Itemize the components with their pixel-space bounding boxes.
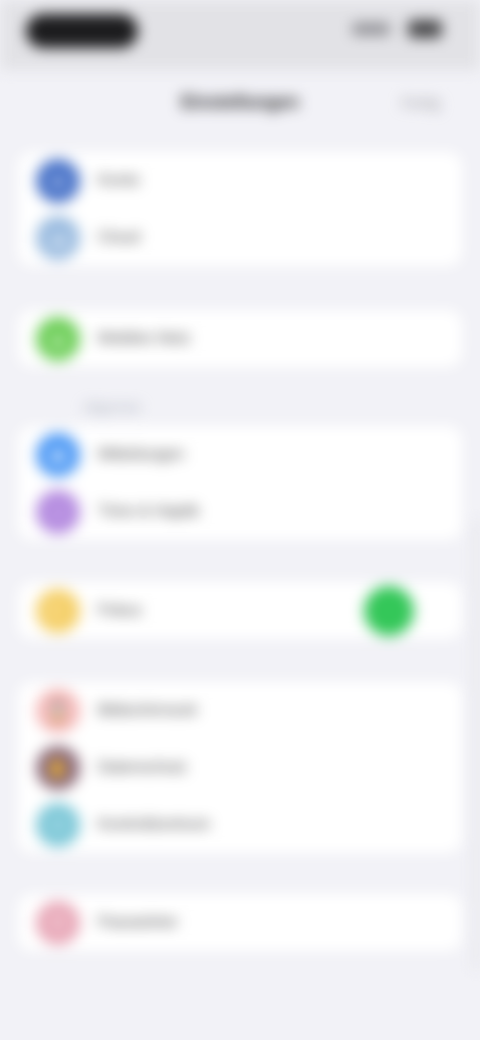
- scroll-indicator[interactable]: [472, 520, 480, 970]
- settings-row-label: Kontrollzentrum: [98, 815, 211, 833]
- settings-row-cloud[interactable]: ☁ Cloud: [18, 209, 462, 266]
- person-icon: ●: [36, 158, 80, 203]
- settings-row-label: Mobiles Netz: [98, 329, 191, 347]
- status-bar: [0, 0, 480, 70]
- settings-row-label: Mitteilungen: [98, 445, 185, 463]
- hourglass-icon: ⌛: [36, 688, 80, 733]
- settings-group-privacy: ⌛ Bildschirmzeit ✋ Datenschutz ≡ Kontrol…: [18, 682, 462, 853]
- dynamic-island: [26, 14, 138, 48]
- settings-row-label: Datenschutz: [98, 758, 187, 776]
- settings-row-label: Cloud: [98, 228, 140, 246]
- settings-row-privacy[interactable]: ✋ Datenschutz: [18, 739, 462, 796]
- settings-screen: Einstellungen Fertig ● Konto ☁ Cloud ▲ M…: [0, 0, 480, 1040]
- sliders-icon: ≡: [36, 802, 80, 847]
- speaker-icon: ♪: [36, 489, 80, 534]
- settings-row-screen-time[interactable]: ⌛ Bildschirmzeit: [18, 682, 462, 739]
- settings-row-control-center[interactable]: ≡ Kontrollzentrum: [18, 796, 462, 853]
- signal-icon: [352, 23, 390, 35]
- settings-row-focus[interactable]: ☾ Fokus: [18, 582, 462, 639]
- antenna-icon: ▲: [36, 316, 80, 361]
- settings-row-mobile-network[interactable]: ▲ Mobiles Netz: [18, 310, 462, 367]
- bell-icon: ◆: [36, 432, 80, 477]
- settings-group-focus: ☾ Fokus: [18, 582, 462, 639]
- settings-row-notifications[interactable]: ◆ Mitteilungen: [18, 426, 462, 483]
- settings-row-label: Töne & Haptik: [98, 502, 200, 520]
- focus-toggle[interactable]: [364, 585, 414, 636]
- key-icon: ⚿: [36, 900, 80, 945]
- cloud-icon: ☁: [36, 215, 80, 260]
- settings-group-account: ● Konto ☁ Cloud: [18, 152, 462, 266]
- settings-row-account[interactable]: ● Konto: [18, 152, 462, 209]
- settings-group-general: ◆ Mitteilungen ♪ Töne & Haptik: [18, 426, 462, 540]
- settings-row-passwords[interactable]: ⚿ Passwörter: [18, 894, 462, 951]
- status-indicators: [352, 20, 442, 40]
- moon-icon: ☾: [36, 588, 80, 633]
- settings-row-label: Passwörter: [98, 913, 179, 931]
- hand-icon: ✋: [36, 745, 80, 790]
- settings-row-label: Fokus: [98, 601, 142, 619]
- battery-icon: [408, 20, 442, 38]
- done-button[interactable]: Fertig: [402, 95, 440, 112]
- section-caption-general: Allgemein: [84, 400, 142, 415]
- settings-group-passwords: ⚿ Passwörter: [18, 894, 462, 951]
- settings-row-sounds[interactable]: ♪ Töne & Haptik: [18, 483, 462, 540]
- settings-group-network: ▲ Mobiles Netz: [18, 310, 462, 367]
- navigation-bar: Einstellungen Fertig: [0, 70, 480, 140]
- settings-row-label: Bildschirmzeit: [98, 701, 197, 719]
- settings-row-label: Konto: [98, 171, 140, 189]
